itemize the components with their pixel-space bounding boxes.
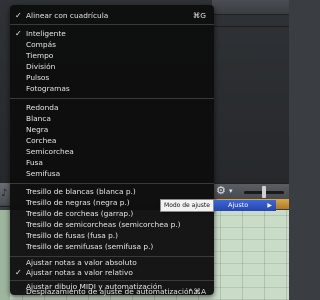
tooltip: Modo de ajuste: [160, 199, 214, 212]
menu-item-64th-triplet[interactable]: Tresillo de semifusas (semifusa p.): [10, 241, 214, 253]
menu-item-shortcut: ⌃⌘A: [187, 287, 206, 296]
menu-item-label: Tresillo de semifusas (semifusa p.): [26, 242, 154, 251]
zoom-slider-knob[interactable]: [262, 186, 266, 198]
piano-roll-keys[interactable]: [0, 210, 10, 300]
triangle-right-icon: ▶: [267, 202, 272, 209]
chevron-down-icon[interactable]: ▾: [229, 187, 233, 195]
menu-item-label: Ajustar notas a valor relativo: [26, 268, 133, 277]
check-icon: ✓: [15, 11, 22, 20]
menu-item-label: Semifusa: [26, 169, 61, 178]
snap-menu: ✓ Alinear con cuadrícula ⌘G ✓ Inteligent…: [10, 5, 214, 295]
menu-separator: [10, 98, 214, 99]
menu-item-label: Alinear con cuadrícula: [26, 11, 109, 20]
menu-item-automation-offset[interactable]: Desplazamiento de ajuste de automatizaci…: [10, 286, 214, 298]
snap-mode-popup[interactable]: Ajusto ▶: [214, 200, 276, 211]
menu-item-shortcut: ⌘G: [192, 11, 206, 20]
menu-item-label: Fotogramas: [26, 84, 70, 93]
menu-item-64th[interactable]: Semifusa: [10, 168, 214, 180]
menu-separator: [10, 183, 214, 184]
gear-icon[interactable]: ⚙: [216, 184, 226, 197]
menu-item-snap-relative[interactable]: ✓ Ajustar notas a valor relativo: [10, 267, 214, 279]
menu-item-frames[interactable]: Fotogramas: [10, 83, 214, 95]
snap-mode-label: Ajusto: [228, 201, 249, 209]
check-icon: ✓: [15, 268, 22, 277]
ruler-divider: [212, 26, 289, 27]
menu-separator: [10, 24, 214, 25]
midi-note-icon[interactable]: ♪: [1, 188, 7, 199]
ruler: [212, 0, 289, 15]
menu-item-label: Desplazamiento de ajuste de automatizaci…: [26, 287, 201, 296]
menu-item-align-grid[interactable]: ✓ Alinear con cuadrícula ⌘G: [10, 10, 214, 22]
